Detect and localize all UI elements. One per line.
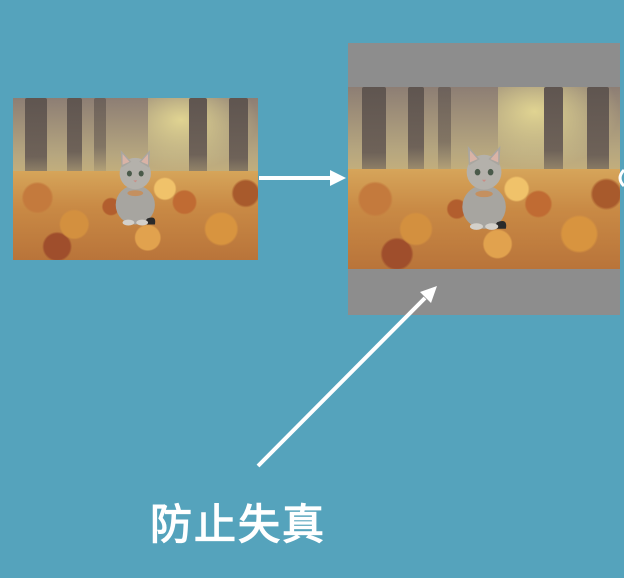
- right-arrow: [259, 170, 346, 186]
- diagonal-arrow: [256, 286, 437, 468]
- caption-text: 防止失真: [150, 500, 327, 549]
- edge-partial-shape: [618, 168, 624, 188]
